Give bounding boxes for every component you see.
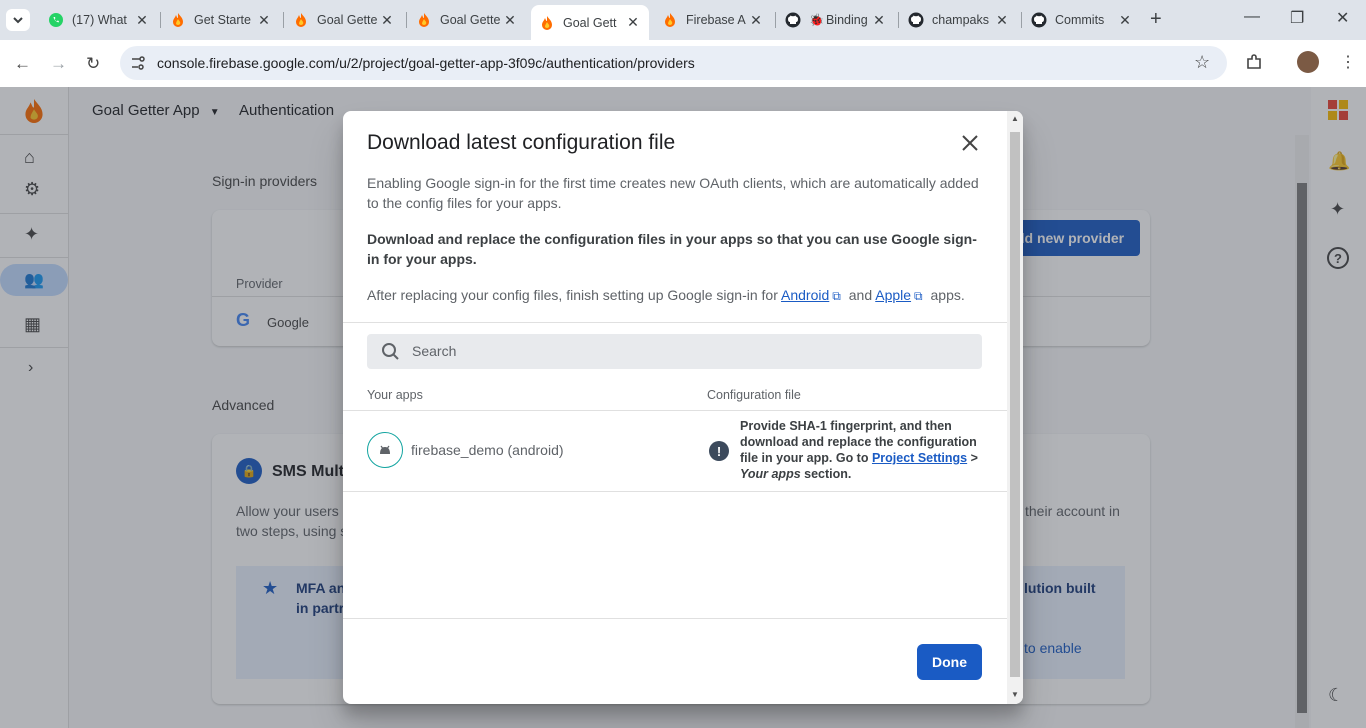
search-placeholder: Search xyxy=(412,343,457,359)
close-icon[interactable]: ✕ xyxy=(748,12,764,29)
divider xyxy=(343,618,1007,619)
tab-title: Binding xyxy=(825,13,868,27)
dialog-para-1: Enabling Google sign-in for the first ti… xyxy=(367,175,979,211)
config-message: Provide SHA-1 fingerprint, and then down… xyxy=(740,418,980,482)
tab-title: Commits xyxy=(1055,13,1105,27)
firebase-icon xyxy=(662,12,678,28)
tab-title: Goal Gett xyxy=(563,15,617,30)
restore-button[interactable]: ❐ xyxy=(1290,8,1304,28)
close-icon[interactable]: ✕ xyxy=(1117,12,1133,29)
browser-tab[interactable]: Get Starte ✕ xyxy=(162,6,280,34)
para3-text: After replacing your config files, finis… xyxy=(367,287,778,303)
new-tab-button[interactable]: + xyxy=(1150,8,1162,31)
chevron-down-icon xyxy=(13,17,23,24)
forward-button[interactable]: → xyxy=(50,54,67,74)
firebase-icon xyxy=(293,12,309,28)
tab-title: Firebase A xyxy=(686,13,746,27)
window-close-button[interactable]: ✕ xyxy=(1336,8,1349,28)
config-msg-end: section. xyxy=(804,467,852,481)
minimize-button[interactable]: — xyxy=(1244,8,1260,26)
close-icon[interactable]: ✕ xyxy=(502,12,518,29)
external-link-icon: ⧉ xyxy=(914,289,923,303)
close-icon[interactable]: ✕ xyxy=(379,12,395,29)
android-link[interactable]: Android xyxy=(781,287,829,303)
dialog-para-2: Download and replace the configuration f… xyxy=(367,231,977,267)
scroll-up-arrow-icon[interactable]: ▲ xyxy=(1011,114,1019,123)
tab-title: Goal Gette xyxy=(440,13,501,27)
browser-tab[interactable]: Goal Gette ✕ xyxy=(408,6,526,34)
dialog-scroll-thumb[interactable] xyxy=(1010,132,1020,677)
browser-tab[interactable]: Goal Gette ✕ xyxy=(285,6,403,34)
tab-title: (17) What xyxy=(72,13,127,27)
more-menu-icon[interactable]: ⋮ xyxy=(1340,52,1356,72)
config-download-dialog: Download latest configuration file Enabl… xyxy=(343,111,1023,704)
close-icon[interactable]: ✕ xyxy=(994,12,1010,29)
firebase-icon xyxy=(416,12,432,28)
apps-suffix: apps. xyxy=(930,287,965,303)
avatar[interactable] xyxy=(1297,51,1319,73)
github-icon xyxy=(785,12,801,28)
ladybug-icon: 🐞 xyxy=(809,13,824,27)
your-apps-text: Your apps xyxy=(740,467,801,481)
browser-tab[interactable]: 🐞 Binding ✕ xyxy=(777,6,895,34)
omnibox[interactable]: console.firebase.google.com/u/2/project/… xyxy=(120,46,1227,80)
tab-title: Goal Gette xyxy=(317,13,378,27)
close-icon xyxy=(962,135,978,151)
dialog-para-3: After replacing your config files, finis… xyxy=(367,285,987,306)
and-text: and xyxy=(848,287,873,303)
close-icon[interactable]: ✕ xyxy=(871,12,887,29)
warning-icon: ! xyxy=(709,441,729,461)
browser-tab[interactable]: Commits ✕ xyxy=(1023,6,1141,34)
browser-tab[interactable]: (17) What ✕ xyxy=(40,6,158,34)
apple-link[interactable]: Apple xyxy=(875,287,911,303)
col-header-apps: Your apps xyxy=(367,388,423,402)
done-button[interactable]: Done xyxy=(917,644,982,680)
project-settings-link[interactable]: Project Settings xyxy=(872,451,967,465)
tab-title: Get Starte xyxy=(194,13,251,27)
site-info-icon[interactable] xyxy=(129,54,147,77)
whatsapp-icon xyxy=(48,12,64,28)
external-link-icon: ⧉ xyxy=(832,289,841,303)
dialog-close-button[interactable] xyxy=(958,131,982,155)
tab-title: champaks xyxy=(932,13,989,27)
browser-tab-active[interactable]: Goal Gett ✕ xyxy=(531,5,649,40)
reload-button[interactable]: ↻ xyxy=(86,54,100,74)
config-msg-gt: > xyxy=(970,451,978,465)
tab-search-button[interactable] xyxy=(6,9,30,31)
divider xyxy=(343,322,1007,323)
github-icon xyxy=(908,12,924,28)
divider xyxy=(343,491,1007,492)
close-icon[interactable]: ✕ xyxy=(134,12,150,29)
dialog-title: Download latest configuration file xyxy=(367,131,676,154)
github-icon xyxy=(1031,12,1047,28)
browser-tab[interactable]: champaks ✕ xyxy=(900,6,1018,34)
search-icon xyxy=(382,343,399,360)
col-header-config: Configuration file xyxy=(707,388,801,402)
close-icon[interactable]: ✕ xyxy=(256,12,272,29)
firebase-icon xyxy=(539,15,555,31)
android-app-icon xyxy=(367,432,403,468)
address-bar-row: ← → ↻ console.firebase.google.com/u/2/pr… xyxy=(0,40,1366,87)
url-text[interactable]: console.firebase.google.com/u/2/project/… xyxy=(157,55,695,71)
bookmark-star-icon[interactable]: ☆ xyxy=(1194,52,1210,73)
divider xyxy=(343,410,1007,411)
close-icon[interactable]: ✕ xyxy=(625,14,641,31)
app-name: firebase_demo (android) xyxy=(411,442,564,458)
firebase-icon xyxy=(170,12,186,28)
search-input[interactable]: Search xyxy=(367,334,982,369)
extensions-icon[interactable] xyxy=(1245,53,1263,76)
browser-tab[interactable]: Firebase A ✕ xyxy=(654,6,772,34)
back-button[interactable]: ← xyxy=(14,54,31,74)
scroll-down-arrow-icon[interactable]: ▼ xyxy=(1011,690,1019,699)
browser-tab-bar: (17) What ✕ Get Starte ✕ Goal Gette ✕ Go… xyxy=(0,0,1366,40)
